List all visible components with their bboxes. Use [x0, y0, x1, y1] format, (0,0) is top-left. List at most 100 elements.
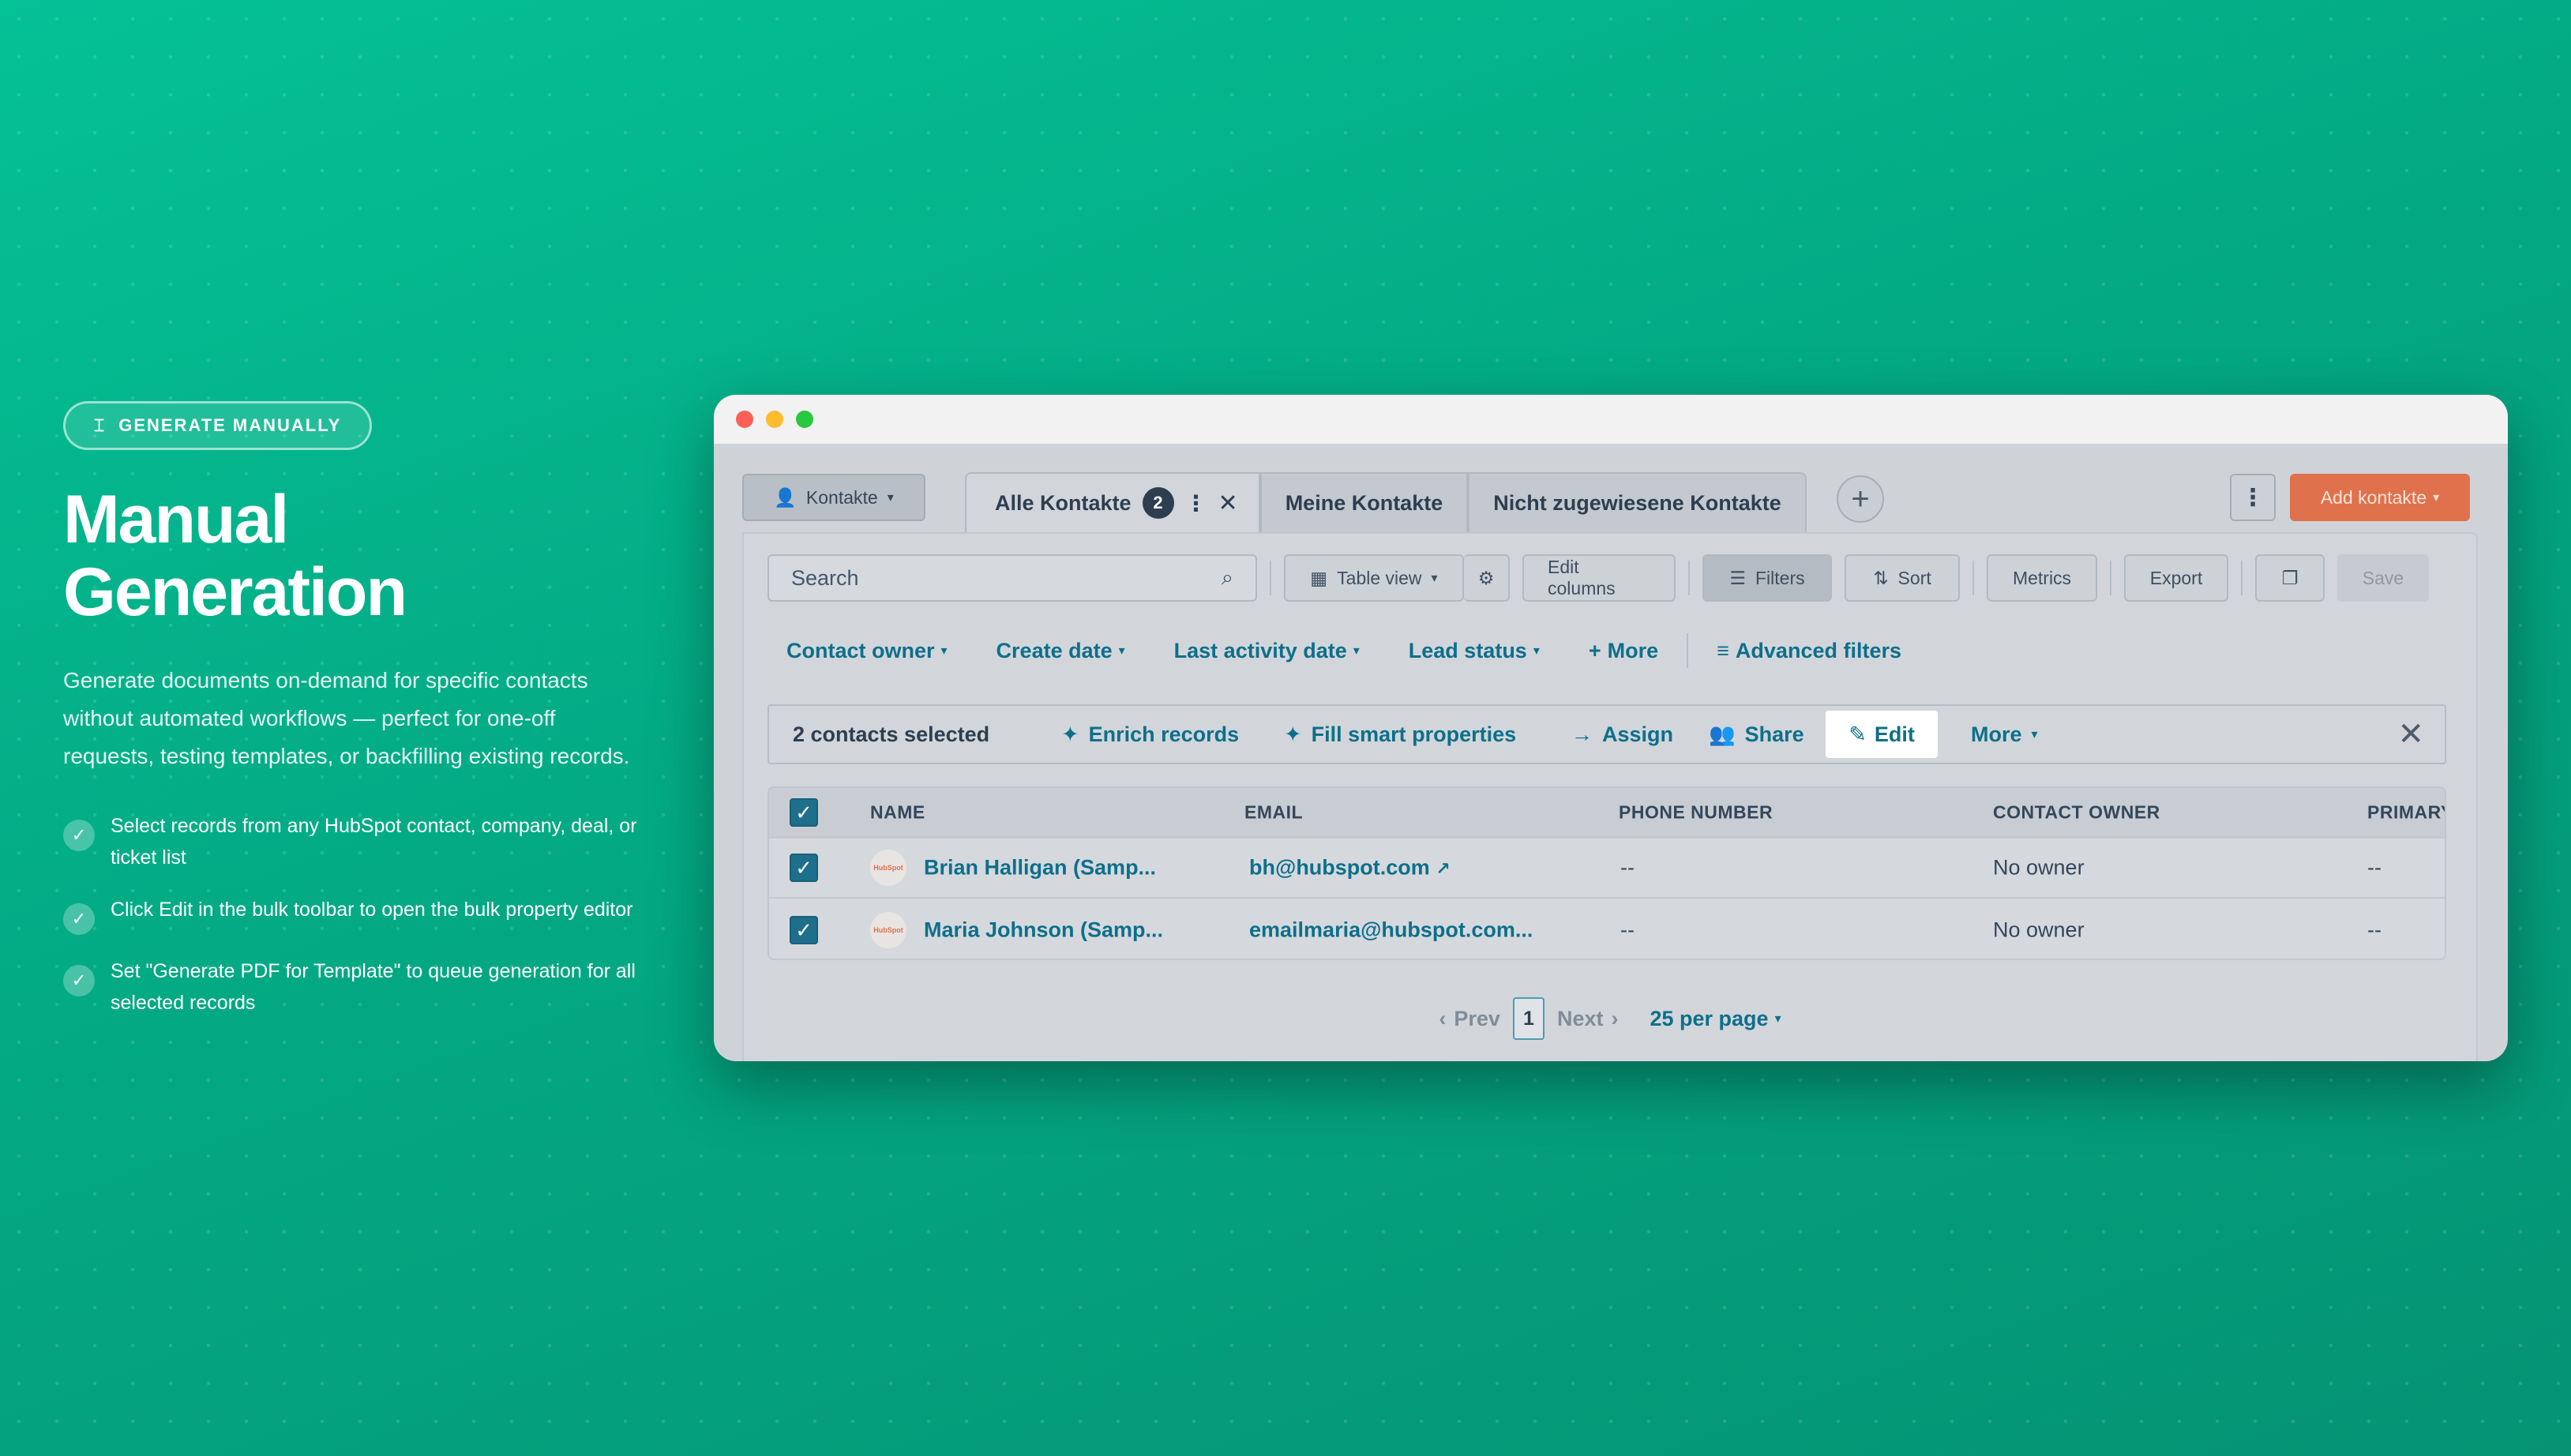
column-header-owner[interactable]: CONTACT OWNER	[1993, 802, 2160, 824]
fill-smart-properties-button[interactable]: ✦ Fill smart properties	[1284, 722, 1516, 747]
records-panel: Search ⌕ ▦ Table view ▾ ⚙ Edit columns ☰	[742, 532, 2478, 1061]
per-page-select[interactable]: 25 per page ▾	[1650, 1007, 1781, 1031]
close-window-button[interactable]	[736, 411, 753, 428]
search-icon: ⌕	[1221, 565, 1233, 589]
more-vertical-icon[interactable]: ⋮	[1185, 490, 1207, 516]
filter-label: Contact owner	[786, 638, 935, 662]
sparkle-icon: ✦	[1061, 722, 1079, 746]
edit-button[interactable]: ✎ Edit	[1826, 711, 1938, 758]
quick-filters: Contact owner ▾ Create date ▾ Last activ…	[786, 633, 1901, 668]
plus-icon: +	[1851, 481, 1870, 516]
table-row: ✓ HubSpot Maria Johnson (Samp... emailma…	[769, 900, 2445, 959]
contact-email-link[interactable]: emailmaria@hubspot.com...	[1249, 918, 1533, 943]
filters-button[interactable]: ☰ Filters	[1702, 554, 1832, 602]
export-button[interactable]: Export	[2124, 554, 2228, 602]
column-header-name[interactable]: NAME	[870, 802, 925, 824]
chevron-down-icon: ▾	[1118, 644, 1125, 658]
table-view-button[interactable]: ▦ Table view ▾	[1284, 554, 1464, 602]
contact-name-link[interactable]: Maria Johnson (Samp...	[924, 918, 1163, 943]
chevron-down-icon: ▾	[2031, 728, 2038, 741]
search-input[interactable]: Search ⌕	[768, 554, 1257, 602]
close-icon[interactable]: ✕	[1218, 490, 1238, 517]
assign-button[interactable]: → Assign	[1571, 722, 1673, 747]
add-kontakte-button[interactable]: Add kontakte ▾	[2290, 474, 2470, 521]
export-label: Export	[2149, 567, 2203, 588]
filter-lead-status[interactable]: Lead status ▾	[1409, 639, 1540, 663]
bulk-more-button[interactable]: More ▾	[1971, 722, 2038, 747]
filter-last-activity-date[interactable]: Last activity date ▾	[1174, 639, 1360, 663]
column-header-email[interactable]: EMAIL	[1244, 802, 1303, 824]
chevron-down-icon: ▾	[887, 491, 894, 505]
filter-divider	[1687, 633, 1689, 668]
more-filters-button[interactable]: + More	[1589, 639, 1658, 663]
feature-item: ✓ Click Edit in the bulk toolbar to open…	[63, 894, 679, 935]
edit-columns-button[interactable]: Edit columns	[1522, 554, 1676, 602]
tab-meine-kontakte[interactable]: Meine Kontakte	[1259, 472, 1469, 532]
metrics-button[interactable]: Metrics	[1987, 554, 2097, 602]
copy-button[interactable]: ❐	[2255, 554, 2325, 602]
table-settings-button[interactable]: ⚙	[1464, 554, 1510, 602]
row-checkbox[interactable]: ✓	[790, 854, 818, 882]
window-titlebar	[714, 395, 2508, 444]
chevron-down-icon: ▾	[2433, 491, 2440, 505]
enrich-records-button[interactable]: ✦ Enrich records	[1061, 722, 1239, 747]
phone-cell: --	[1620, 855, 1635, 880]
hero-title: Manual Generation	[63, 483, 679, 629]
row-checkbox[interactable]: ✓	[790, 916, 818, 944]
prev-page-button[interactable]: ‹ Prev	[1439, 1007, 1500, 1031]
primary-cell: --	[2367, 855, 2381, 880]
tab-count-badge: 2	[1142, 487, 1174, 519]
toolbar-divider	[1688, 561, 1690, 595]
table-icon: ▦	[1310, 567, 1328, 588]
contact-email-link[interactable]: bh@hubspot.com ↗	[1249, 856, 1451, 880]
owner-cell: No owner	[1993, 918, 2085, 942]
column-header-primary[interactable]: PRIMARY	[2367, 802, 2445, 824]
share-button[interactable]: 👥 Share	[1709, 722, 1804, 747]
assign-label: Assign	[1602, 722, 1674, 746]
sort-label: Sort	[1897, 567, 1931, 588]
table-row: ✓ HubSpot Brian Halligan (Samp... bh@hub…	[769, 839, 2445, 899]
check-circle-icon: ✓	[63, 903, 95, 935]
email-text: bh@hubspot.com	[1249, 855, 1430, 880]
table-header-row: ✓ NAME EMAIL PHONE NUMBER CONTACT OWNER …	[769, 788, 2445, 839]
page-number-button[interactable]: 1	[1512, 997, 1544, 1040]
filter-lines-icon: ☰	[1729, 567, 1746, 588]
save-button[interactable]: Save	[2337, 554, 2429, 602]
chevron-down-icon: ▾	[1431, 572, 1438, 585]
contact-name-link[interactable]: Brian Halligan (Samp...	[924, 856, 1156, 880]
users-icon: 👥	[1709, 722, 1736, 746]
person-icon: 👤	[774, 486, 797, 508]
more-actions-button[interactable]: ⋮	[2230, 474, 2276, 521]
filter-label: Last activity date	[1173, 638, 1347, 662]
view-tabs: Alle Kontakte 2 ⋮ ✕ Meine Kontakte Nicht…	[965, 472, 1807, 532]
pagination: ‹ Prev 1 Next › 25 per page ▾	[744, 996, 2476, 1041]
select-all-checkbox[interactable]: ✓	[790, 798, 818, 827]
next-page-button[interactable]: Next ›	[1557, 1007, 1619, 1031]
advanced-filters-button[interactable]: ≡ Advanced filters	[1717, 639, 1901, 663]
minimize-window-button[interactable]	[766, 411, 783, 428]
crm-app: 👤 Kontakte ▾ Alle Kontakte 2 ⋮ ✕ Meine K…	[714, 444, 2508, 1061]
hero-title-line1: Manual	[63, 482, 289, 557]
filter-create-date[interactable]: Create date ▾	[996, 639, 1125, 663]
chevron-down-icon: ▾	[940, 644, 948, 658]
generate-manually-pill: ⌶ GENERATE MANUALLY	[63, 401, 373, 450]
filter-lines-icon: ≡	[1717, 638, 1729, 662]
company-avatar: HubSpot	[870, 850, 906, 886]
tab-label: Nicht zugewiesene Kontakte	[1493, 490, 1781, 515]
maximize-window-button[interactable]	[796, 411, 813, 428]
tab-alle-kontakte[interactable]: Alle Kontakte 2 ⋮ ✕	[965, 472, 1260, 532]
sort-button[interactable]: ⇅ Sort	[1845, 554, 1960, 602]
owner-cell: No owner	[1993, 855, 2085, 880]
filter-label: Create date	[996, 638, 1113, 662]
enrich-label: Enrich records	[1088, 722, 1240, 746]
close-icon[interactable]: ✕	[2397, 716, 2424, 752]
feature-item: ✓ Select records from any HubSpot contac…	[63, 810, 679, 873]
copy-icon: ❐	[2281, 567, 2299, 588]
filter-contact-owner[interactable]: Contact owner ▾	[786, 639, 948, 663]
add-view-button[interactable]: +	[1837, 475, 1884, 523]
metrics-label: Metrics	[2012, 567, 2072, 588]
object-selector-button[interactable]: 👤 Kontakte ▾	[742, 474, 925, 521]
column-header-phone[interactable]: PHONE NUMBER	[1619, 802, 1773, 824]
tab-label: Alle Kontakte	[995, 490, 1132, 515]
tab-nicht-zugewiesene-kontakte[interactable]: Nicht zugewiesene Kontakte	[1468, 472, 1807, 532]
